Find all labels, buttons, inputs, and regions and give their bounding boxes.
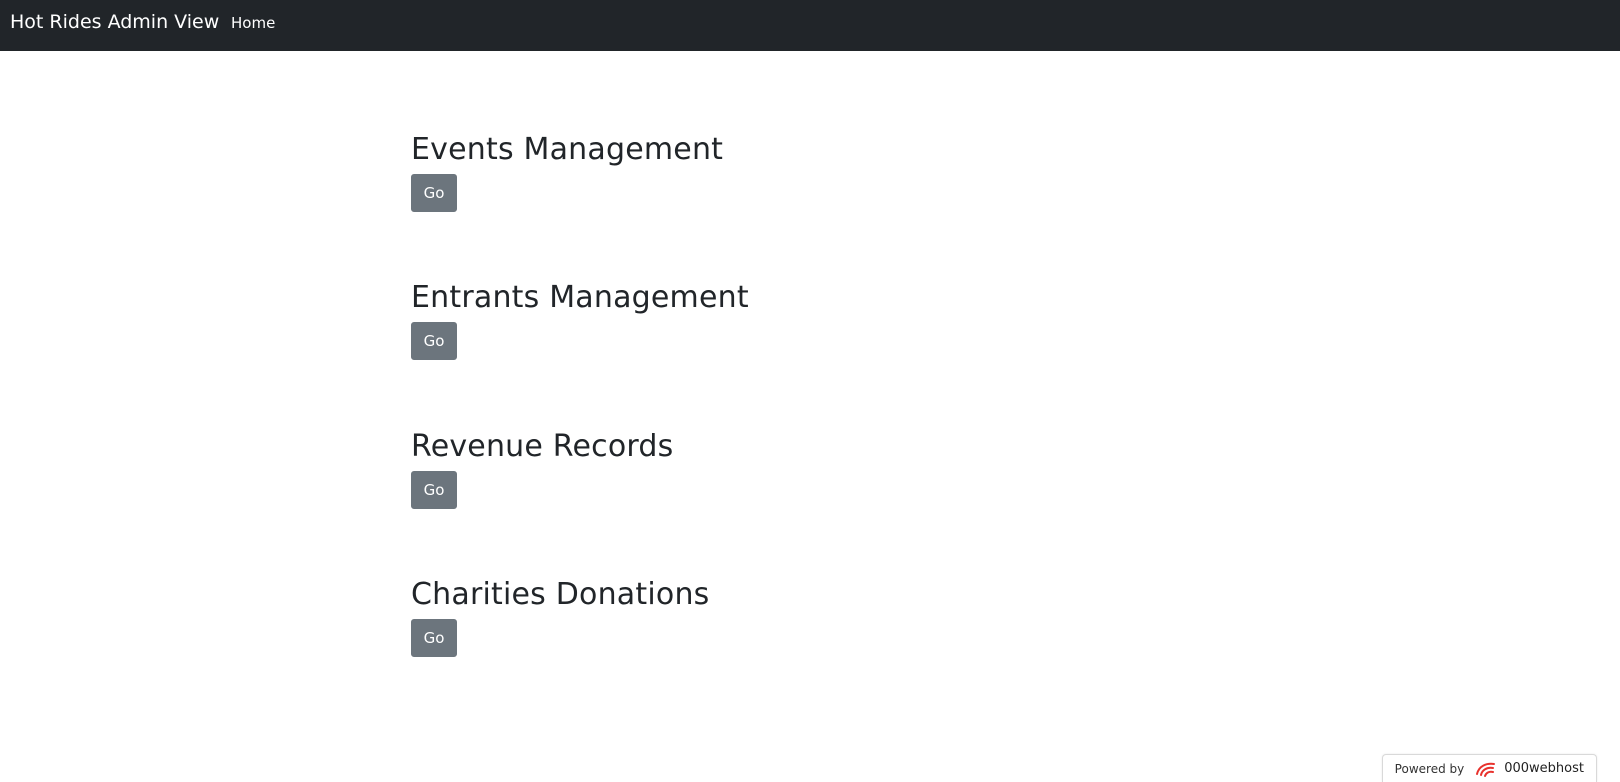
section-title: Revenue Records	[411, 429, 674, 464]
section-entrants-management: Entrants Management Go	[411, 280, 749, 360]
powered-by-badge[interactable]: Powered by 000webhost	[1381, 754, 1597, 782]
section-charities-donations: Charities Donations Go	[411, 577, 709, 657]
entrants-go-button[interactable]: Go	[411, 322, 457, 360]
000webhost-logo-icon	[1474, 760, 1498, 778]
section-revenue-records: Revenue Records Go	[411, 429, 673, 509]
powered-by-label: Powered by	[1394, 761, 1465, 776]
navbar-brand[interactable]: Hot Rides Admin View	[10, 11, 219, 33]
section-events-management: Events Management Go	[411, 132, 723, 212]
000webhost-brand-name: 000webhost	[1504, 761, 1584, 776]
section-title: Entrants Management	[411, 280, 749, 315]
section-title: Charities Donations	[411, 577, 710, 612]
charities-go-button[interactable]: Go	[411, 619, 457, 657]
nav-link-home[interactable]: Home	[231, 14, 275, 32]
events-go-button[interactable]: Go	[411, 174, 457, 212]
top-navbar: Hot Rides Admin View Home	[0, 0, 1620, 51]
section-title: Events Management	[411, 132, 724, 167]
revenue-go-button[interactable]: Go	[411, 471, 457, 509]
